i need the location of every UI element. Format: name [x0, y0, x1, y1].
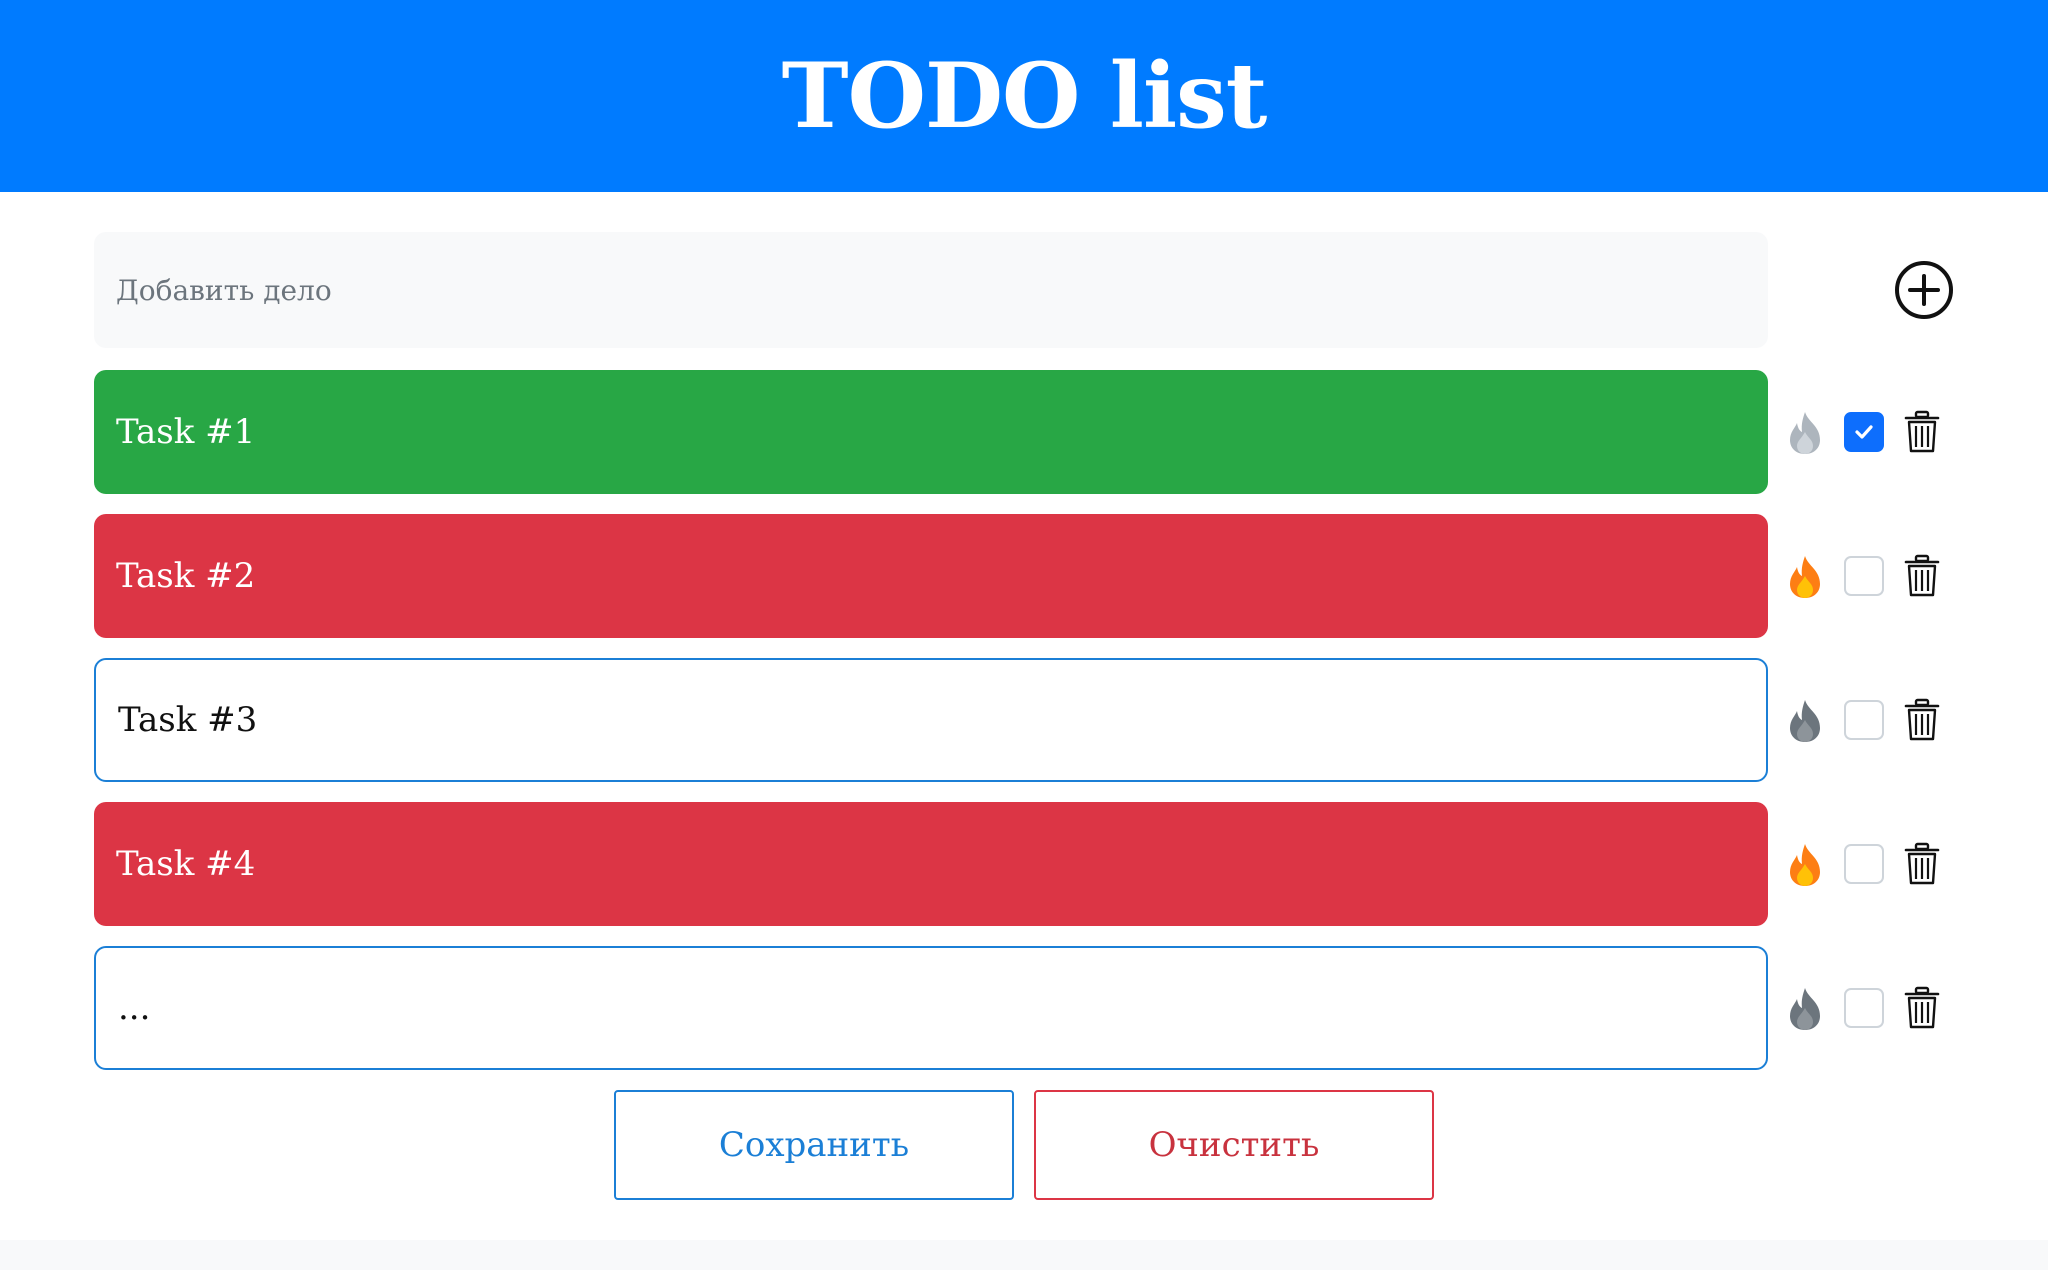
task-text: Task #4 — [116, 844, 256, 884]
trash-icon[interactable] — [1904, 986, 1940, 1030]
task-item[interactable]: Task #4 — [94, 802, 1768, 926]
task-item[interactable]: Task #2 — [94, 514, 1768, 638]
trash-icon[interactable] — [1904, 842, 1940, 886]
clear-button[interactable]: Очистить — [1034, 1090, 1434, 1200]
add-task-row — [94, 232, 1968, 348]
task-item[interactable]: Task #3 — [94, 658, 1768, 782]
task-item[interactable]: Task #1 — [94, 370, 1768, 494]
app-header: TODO list — [0, 0, 2048, 192]
task-row: Task #1 — [94, 370, 1968, 494]
task-checkbox[interactable] — [1844, 988, 1884, 1028]
trash-icon[interactable] — [1904, 410, 1940, 454]
task-text: Task #1 — [116, 412, 256, 452]
task-row: Task #4 — [94, 802, 1968, 926]
plus-circle-icon[interactable] — [1894, 260, 1954, 320]
task-item[interactable]: ... — [94, 946, 1768, 1070]
flame-icon[interactable] — [1784, 986, 1826, 1032]
footer — [0, 1240, 2048, 1270]
save-button[interactable]: Сохранить — [614, 1090, 1014, 1200]
trash-icon[interactable] — [1904, 698, 1940, 742]
task-checkbox[interactable] — [1844, 844, 1884, 884]
task-text: Task #2 — [116, 556, 256, 596]
task-row: Task #2 — [94, 514, 1968, 638]
add-task-input[interactable] — [94, 232, 1768, 348]
task-checkbox[interactable] — [1844, 556, 1884, 596]
task-row: Task #3 — [94, 658, 1968, 782]
task-row: ... — [94, 946, 1968, 1070]
task-checkbox[interactable] — [1844, 412, 1884, 452]
flame-icon[interactable] — [1784, 554, 1826, 600]
trash-icon[interactable] — [1904, 554, 1940, 598]
task-text: Task #3 — [118, 700, 258, 740]
task-checkbox[interactable] — [1844, 700, 1884, 740]
task-text: ... — [118, 988, 151, 1028]
flame-icon[interactable] — [1784, 410, 1826, 456]
flame-icon[interactable] — [1784, 698, 1826, 744]
checkmark-icon — [1855, 425, 1873, 439]
page-title: TODO list — [781, 43, 1268, 149]
flame-icon[interactable] — [1784, 842, 1826, 888]
